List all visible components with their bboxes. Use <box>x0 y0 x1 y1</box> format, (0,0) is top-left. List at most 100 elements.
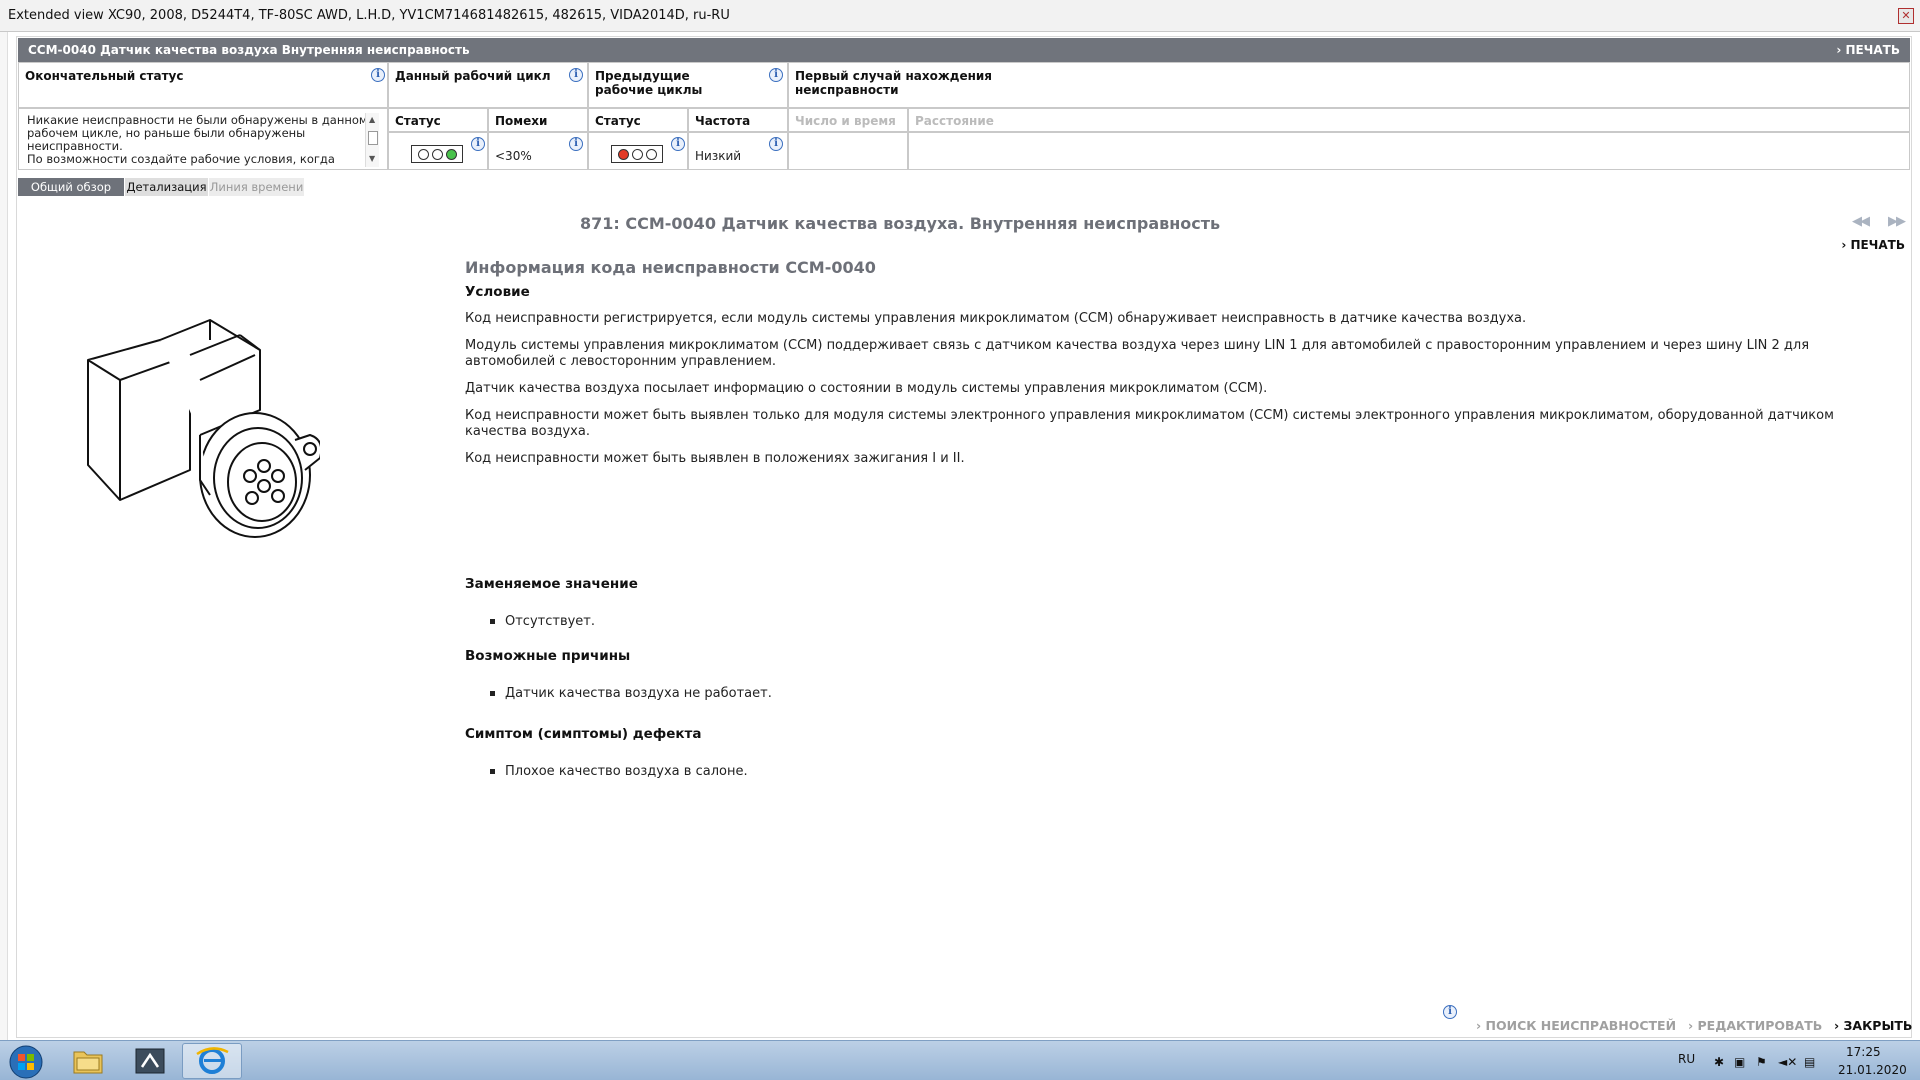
clock-time[interactable]: 17:25 <box>1846 1045 1881 1059</box>
info-icon[interactable]: i <box>671 137 685 151</box>
paragraph-1: Код неисправности регистрируется, если м… <box>465 311 1527 326</box>
language-indicator[interactable]: RU <box>1678 1052 1695 1066</box>
final-status-body: Никакие неисправности не были обнаружены… <box>18 108 388 170</box>
info-heading: Информация кода неисправности CCM-0040 <box>465 258 876 277</box>
paragraph-4: Код неисправности может быть выявлен тол… <box>465 408 1834 439</box>
close-button[interactable]: › ЗАКРЫТЬ <box>1834 1018 1912 1033</box>
status-scrollbar[interactable]: ▲ ▼ <box>365 113 379 167</box>
distance-col: Расстояние <box>908 108 1910 132</box>
possible-causes-heading: Возможные причины <box>465 648 631 664</box>
troubleshoot-button[interactable]: › ПОИСК НЕИСПРАВНОСТЕЙ <box>1476 1018 1676 1033</box>
article-title: 871: CCM-0040 Датчик качества воздуха. В… <box>580 214 1221 233</box>
volume-muted-icon[interactable]: ◄✕ <box>1778 1055 1797 1069</box>
info-icon[interactable]: i <box>569 137 583 151</box>
interference-col-label: Помехи <box>495 114 548 128</box>
troubleshoot-label: ПОИСК НЕИСПРАВНОСТЕЙ <box>1485 1018 1677 1033</box>
dtc-title: CCM-0040 Датчик качества воздуха Внутрен… <box>28 43 470 57</box>
taskbar <box>0 1040 1920 1080</box>
bluetooth-icon[interactable]: ✱ <box>1714 1055 1724 1069</box>
paragraph-5: Код неисправности может быть выявлен в п… <box>465 451 965 466</box>
status-lights-current <box>411 145 463 163</box>
print-label: ПЕЧАТЬ <box>1845 43 1900 57</box>
edit-button[interactable]: › РЕДАКТИРОВАТЬ <box>1688 1018 1822 1033</box>
prev-status-col: Статус <box>588 108 688 132</box>
final-status-text: Никакие неисправности не были обнаружены… <box>27 113 368 166</box>
close-label: ЗАКРЫТЬ <box>1843 1018 1913 1033</box>
info-icon[interactable]: i <box>1443 1005 1457 1019</box>
current-cycle-header: Данный рабочий цикл i <box>388 62 588 108</box>
final-status-label: Окончательный статус <box>25 69 184 83</box>
datetime-cell <box>788 132 908 170</box>
list-item: Плохое качество воздуха в салоне. <box>490 764 748 779</box>
previous-cycles-header: Предыдущие рабочие циклы i <box>588 62 788 108</box>
first-occurrence-header: Первый случай нахождения неисправности <box>788 62 1910 108</box>
taskbar-ie[interactable] <box>182 1043 242 1079</box>
article-print-label: ПЕЧАТЬ <box>1850 238 1905 252</box>
list-item: Датчик качества воздуха не работает. <box>490 686 772 701</box>
taskbar-vida[interactable] <box>120 1043 180 1079</box>
paragraph-2: Модуль системы управления микроклиматом … <box>465 338 1810 369</box>
window-title-bar: Extended view XC90, 2008, D5244T4, TF-80… <box>0 0 1920 32</box>
start-button[interactable] <box>0 1043 52 1079</box>
print-button[interactable]: › ПЕЧАТЬ <box>1836 43 1900 57</box>
condition-heading: Условие <box>465 284 530 300</box>
status-col-label: Статус <box>395 114 441 128</box>
lamp-off <box>431 148 443 160</box>
lamp-off <box>631 148 643 160</box>
window-title: Extended view XC90, 2008, D5244T4, TF-80… <box>8 8 730 23</box>
first-occurrence-label: Первый случай нахождения неисправности <box>795 69 992 97</box>
info-icon[interactable]: i <box>569 68 583 82</box>
interference-col: Помехи <box>488 108 588 132</box>
display-tray-icon[interactable]: ▤ <box>1804 1055 1815 1069</box>
symptoms-heading: Симптом (симптомы) дефекта <box>465 726 702 742</box>
frequency-cell: Низкий i <box>688 132 788 170</box>
current-status-cell: i <box>388 132 488 170</box>
status-col-label: Статус <box>595 114 641 128</box>
frequency-col: Частота <box>688 108 788 132</box>
datetime-col: Число и время <box>788 108 908 132</box>
windows-start-icon <box>9 1045 43 1079</box>
scroll-thumb[interactable] <box>368 131 378 145</box>
tab-timeline[interactable]: Линия времени <box>208 178 304 196</box>
status-lights-previous <box>611 145 663 163</box>
prev-page-icon[interactable]: ◀◀ <box>1852 214 1870 229</box>
lamp-red <box>617 148 629 160</box>
lamp-off <box>645 148 657 160</box>
air-quality-sensor-illustration <box>87 319 320 538</box>
tab-details[interactable]: Детализация <box>124 178 208 196</box>
distance-col-label: Расстояние <box>915 114 994 128</box>
info-icon[interactable]: i <box>769 137 783 151</box>
interference-cell: <30% i <box>488 132 588 170</box>
list-item: Отсутствует. <box>490 614 595 629</box>
article-content: Информация кода неисправности CCM-0040 У… <box>465 258 1895 779</box>
lamp-green <box>445 148 457 160</box>
close-icon[interactable]: ✕ <box>1898 8 1914 24</box>
dtc-header-bar: CCM-0040 Датчик качества воздуха Внутрен… <box>18 38 1910 62</box>
tab-overview[interactable]: Общий обзор <box>18 178 124 196</box>
clock-date[interactable]: 21.01.2020 <box>1838 1063 1907 1077</box>
current-cycle-label: Данный рабочий цикл <box>395 69 551 83</box>
taskbar-explorer[interactable] <box>58 1043 118 1079</box>
folder-icon <box>73 1051 103 1074</box>
info-icon[interactable]: i <box>769 68 783 82</box>
info-icon[interactable]: i <box>471 137 485 151</box>
network-tray-icon[interactable]: ▣ <box>1734 1055 1745 1069</box>
datetime-col-label: Число и время <box>795 114 896 128</box>
next-page-icon[interactable]: ▶▶ <box>1888 214 1906 229</box>
distance-cell <box>908 132 1910 170</box>
edit-label: РЕДАКТИРОВАТЬ <box>1697 1018 1823 1033</box>
prev-status-cell: i <box>588 132 688 170</box>
final-status-header: Окончательный статус i <box>18 62 388 108</box>
replaced-value-heading: Заменяемое значение <box>465 576 638 592</box>
internet-explorer-icon <box>196 1047 229 1074</box>
current-status-col: Статус <box>388 108 488 132</box>
security-tray-icon[interactable]: ⚑ <box>1756 1055 1767 1069</box>
paragraph-3: Датчик качества воздуха посылает информа… <box>465 381 1268 396</box>
vida-app-icon <box>135 1048 165 1074</box>
previous-cycles-label: Предыдущие рабочие циклы <box>595 69 703 97</box>
left-edge <box>0 32 8 1040</box>
info-icon[interactable]: i <box>371 68 385 82</box>
interference-value: <30% <box>495 149 532 163</box>
article-print-button[interactable]: › ПЕЧАТЬ <box>1841 238 1905 252</box>
lamp-off <box>417 148 429 160</box>
